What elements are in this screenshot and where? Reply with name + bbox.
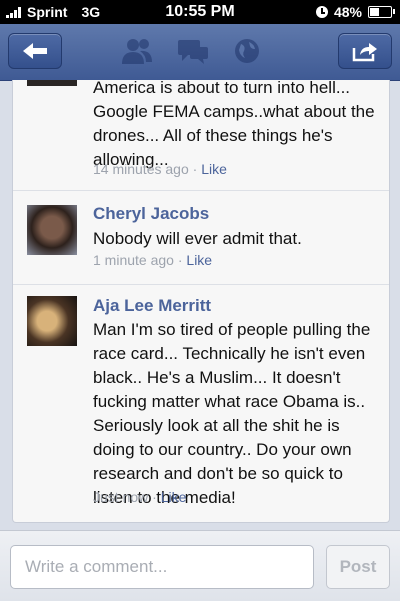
status-bar: Sprint 3G 10:55 PM 48%	[0, 0, 400, 24]
avatar[interactable]	[27, 296, 77, 346]
comment-text: America is about to turn into hell... Go…	[93, 80, 375, 169]
nav-jewels	[120, 36, 262, 66]
comment-item: Cheryl Jacobs Nobody will ever admit tha…	[13, 190, 389, 285]
comment-meta: Just now · Like	[93, 489, 187, 505]
comment-time: 1 minute ago	[93, 252, 174, 268]
comment-item: America is about to turn into hell... Go…	[13, 80, 389, 191]
like-link[interactable]: Like	[201, 161, 227, 177]
comment-meta: 1 minute ago · Like	[93, 252, 213, 268]
battery-percent: 48%	[333, 4, 362, 20]
commenter-name[interactable]: Aja Lee Merritt	[93, 296, 211, 316]
back-button[interactable]	[8, 33, 62, 69]
navigation-bar	[0, 24, 400, 81]
comment-text: Man I'm so tired of people pulling the r…	[93, 320, 371, 507]
globe-icon[interactable]	[232, 36, 262, 66]
battery-info: 48%	[315, 4, 395, 20]
like-link[interactable]: Like	[186, 252, 212, 268]
avatar[interactable]	[27, 80, 77, 86]
alarm-clock-icon	[315, 6, 328, 18]
comment-composer: Post	[0, 530, 400, 601]
battery-icon	[368, 6, 395, 18]
messages-icon[interactable]	[176, 36, 210, 66]
comment-item: Aja Lee Merritt Man I'm so tired of peop…	[13, 284, 389, 522]
comments-list: America is about to turn into hell... Go…	[12, 80, 390, 523]
back-arrow-icon	[23, 43, 47, 59]
comment-text: Nobody will ever admit that.	[93, 229, 302, 248]
avatar[interactable]	[27, 205, 77, 255]
friends-icon[interactable]	[120, 36, 154, 66]
comment-time: Just now	[93, 489, 149, 505]
share-icon	[352, 43, 377, 62]
comment-input[interactable]	[10, 545, 314, 589]
share-button[interactable]	[338, 33, 392, 69]
commenter-name[interactable]: Cheryl Jacobs	[93, 204, 209, 224]
like-link[interactable]: Like	[161, 489, 187, 505]
post-button[interactable]: Post	[326, 545, 390, 589]
comment-time: 14 minutes ago	[93, 161, 189, 177]
comment-meta: 14 minutes ago · Like	[93, 161, 227, 177]
